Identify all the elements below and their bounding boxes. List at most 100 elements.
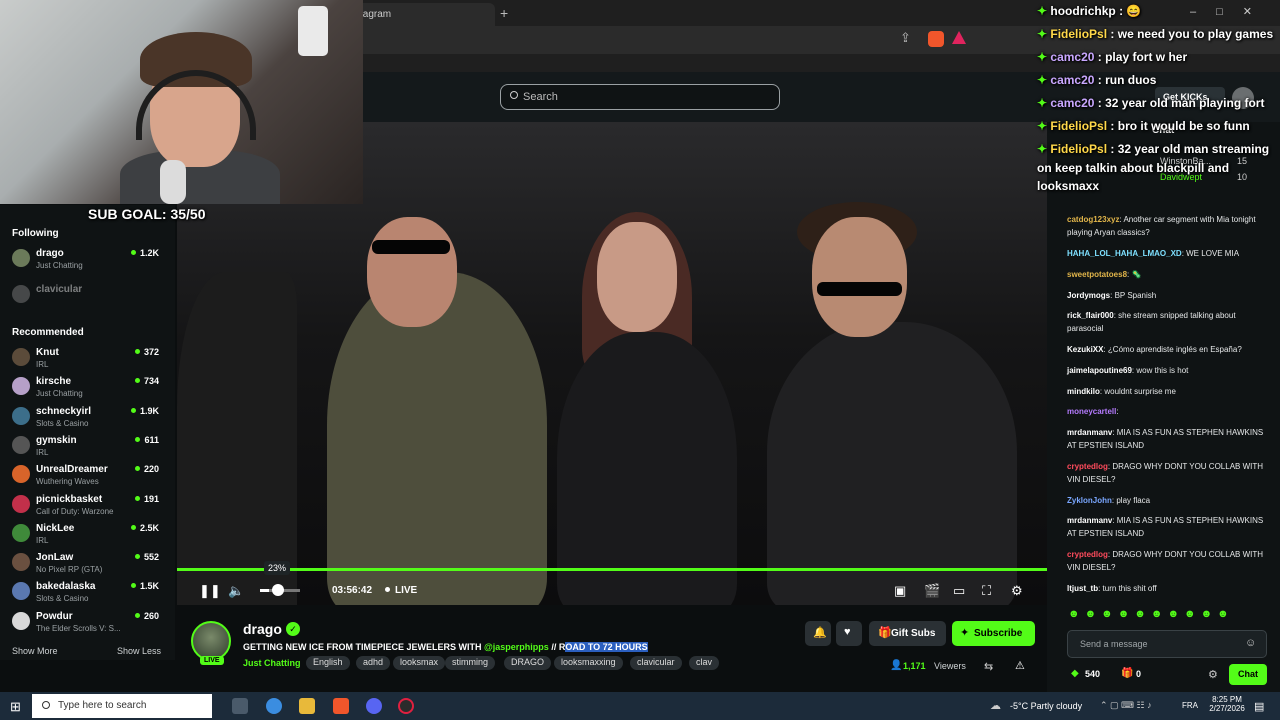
sidebar-item[interactable]: drago Just Chatting 1.2K xyxy=(12,248,162,276)
chat-username[interactable]: moneycartell xyxy=(1067,407,1116,416)
obs-icon[interactable] xyxy=(398,698,414,714)
tag-chip[interactable]: adhd xyxy=(356,656,391,670)
sidebar-item[interactable]: NickLee IRL 2.5K xyxy=(12,523,162,551)
send-chat-button[interactable]: Chat xyxy=(1229,664,1267,685)
pip-icon[interactable]: ▣ xyxy=(894,583,906,599)
streamer-name[interactable]: drago xyxy=(243,621,282,637)
title-highlight: OAD TO 72 HOURS xyxy=(565,642,648,652)
file-explorer-icon[interactable] xyxy=(299,698,315,714)
sidebar-item[interactable]: Powdur The Elder Scrolls V: S... 260 xyxy=(12,611,162,639)
overlay-text: : we need you to play games xyxy=(1107,27,1274,41)
notification-icon[interactable]: ▤ xyxy=(1254,700,1264,713)
brave-browser-icon[interactable] xyxy=(333,698,349,714)
person-right xyxy=(767,322,1017,605)
share-icon[interactable]: ⇆ xyxy=(984,660,993,673)
chat-message: mrdanmanv: MIA IS AS FUN AS STEPHEN HAWK… xyxy=(1067,426,1267,452)
share-icon[interactable]: ⇪ xyxy=(900,30,911,46)
window-controls[interactable]: –□✕ xyxy=(1190,5,1272,18)
sidebar-item-category: Just Chatting xyxy=(36,389,83,399)
search-icon xyxy=(510,91,518,99)
category-link[interactable]: Just Chatting xyxy=(243,658,301,668)
chat-settings-icon[interactable]: ⚙ xyxy=(1208,668,1218,681)
chat-username[interactable]: sweetpotatoes8 xyxy=(1067,270,1127,279)
volume-knob[interactable] xyxy=(272,584,284,596)
sidebar-item[interactable]: schneckyirl Slots & Casino 1.9K xyxy=(12,406,162,434)
live-indicator: LIVE xyxy=(385,585,417,596)
tag-chip[interactable]: clav xyxy=(689,656,720,670)
tag-chip[interactable]: English xyxy=(306,656,350,670)
tag-chip[interactable]: looksmaxxing xyxy=(554,656,623,670)
language-indicator[interactable]: FRA xyxy=(1182,701,1198,710)
clip-icon[interactable]: 🎬 xyxy=(924,583,940,599)
weather-text[interactable]: -5°C Partly cloudy xyxy=(1010,701,1082,711)
person-right-head xyxy=(812,217,907,337)
follow-button[interactable]: ♥ xyxy=(836,621,862,646)
sidebar-item[interactable]: kirsche Just Chatting 734 xyxy=(12,376,162,404)
gift-count[interactable]: 0 xyxy=(1136,669,1141,679)
taskbar-search-input[interactable]: Type here to search xyxy=(32,694,212,718)
sidebar-item[interactable]: bakedalaska Slots & Casino 1.5K xyxy=(12,581,162,609)
discord-icon[interactable] xyxy=(366,698,382,714)
brave-rewards-icon[interactable] xyxy=(952,31,966,44)
badge-icon: ✦ xyxy=(1037,142,1051,156)
report-icon[interactable]: ⚠ xyxy=(1015,659,1025,672)
clock[interactable]: 8:25 PM 2/27/2026 xyxy=(1208,695,1246,713)
sidebar-item-label: kirsche xyxy=(36,376,72,388)
chat-username[interactable]: ltjust_tb xyxy=(1067,584,1098,593)
chat-text: : xyxy=(1116,407,1119,416)
tag-chip[interactable]: clavicular xyxy=(630,656,682,670)
sidebar-item[interactable]: picnickbasket Call of Duty: Warzone 191 xyxy=(12,494,162,522)
chat-username[interactable]: jaimelapoutine69 xyxy=(1067,366,1132,375)
chat-username[interactable]: HAHA_LOL_HAHA_LMAO_XD xyxy=(1067,249,1182,258)
tag-chip[interactable]: DRAGO xyxy=(504,656,552,670)
windows-start-icon[interactable]: ⊞ xyxy=(10,699,21,715)
chat-username[interactable]: mrdanmanv xyxy=(1067,516,1112,525)
theater-mode-icon[interactable]: ▭ xyxy=(953,583,965,599)
chat-message: catdog123xyz: Another car segment with M… xyxy=(1067,213,1267,239)
chat-username[interactable]: mrdanmanv xyxy=(1067,428,1112,437)
avatar[interactable] xyxy=(191,621,231,661)
chat-username[interactable]: KezukiXX xyxy=(1067,345,1103,354)
chat-text: : BP Spanish xyxy=(1110,291,1157,300)
fullscreen-icon[interactable]: ⛶ xyxy=(982,583,991,599)
chat-message: KezukiXX: ¿Cómo aprendiste inglés en Esp… xyxy=(1067,343,1267,356)
sidebar-item-category: Call of Duty: Warzone xyxy=(36,506,114,516)
new-tab-button[interactable]: + xyxy=(500,5,508,21)
pause-button[interactable]: ❚❚ xyxy=(199,583,221,599)
chat-username[interactable]: mindkilo xyxy=(1067,387,1100,396)
settings-gear-icon[interactable]: ⚙ xyxy=(1011,583,1023,599)
following-heading: Following xyxy=(12,228,59,239)
chat-username[interactable]: cryptedlog xyxy=(1067,550,1108,559)
viewer-count: 2.5K xyxy=(131,523,159,533)
sidebar-item[interactable]: gymskin IRL 611 xyxy=(12,435,162,463)
brave-shield-icon[interactable] xyxy=(928,31,944,47)
chat-input[interactable]: Send a message xyxy=(1067,630,1267,658)
task-view-icon[interactable] xyxy=(232,698,248,714)
volume-icon[interactable]: 🔈 xyxy=(228,583,244,599)
tag-chip[interactable]: stimming xyxy=(445,656,496,670)
chat-username[interactable]: ZyklonJohn xyxy=(1067,496,1112,505)
overlay-username: camc20 xyxy=(1050,73,1095,87)
search-input[interactable]: Search xyxy=(500,84,780,110)
chat-username[interactable]: catdog123xyz xyxy=(1067,215,1119,224)
system-tray-icons[interactable]: ⌃ ▢ ⌨ ☷ ♪ xyxy=(1100,700,1152,711)
chat-username[interactable]: rick_flair000 xyxy=(1067,311,1114,320)
show-less-link[interactable]: Show Less xyxy=(117,646,161,656)
show-more-link[interactable]: Show More xyxy=(12,646,58,656)
sidebar-item[interactable]: Knut IRL 372 xyxy=(12,347,162,375)
title-mention-link[interactable]: @jasperphipps xyxy=(484,642,549,652)
emoji-icon[interactable]: ☺ xyxy=(1245,637,1256,649)
sidebar-item[interactable]: UnrealDreamer Wuthering Waves 220 xyxy=(12,464,162,492)
sidebar-item[interactable]: JonLaw No Pixel RP (GTA) 552 xyxy=(12,552,162,580)
avatar xyxy=(12,406,30,425)
notification-bell-button[interactable]: 🔔 xyxy=(805,621,831,646)
chat-username[interactable]: cryptedlog xyxy=(1067,462,1108,471)
copilot-icon[interactable] xyxy=(266,698,282,714)
emote-bar[interactable]: ☻☻☻☻☻☻☻☻☻☻ xyxy=(1068,608,1234,620)
chat-username[interactable]: Jordymogs xyxy=(1067,291,1110,300)
sidebar-item[interactable]: clavicular xyxy=(12,284,162,312)
sidebar: Following drago Just Chatting 1.2K clavicul… xyxy=(0,205,175,660)
channel-points[interactable]: 540 xyxy=(1085,669,1100,679)
overlay-text: : run duos xyxy=(1094,73,1157,87)
tag-chip[interactable]: looksmax xyxy=(393,656,446,670)
